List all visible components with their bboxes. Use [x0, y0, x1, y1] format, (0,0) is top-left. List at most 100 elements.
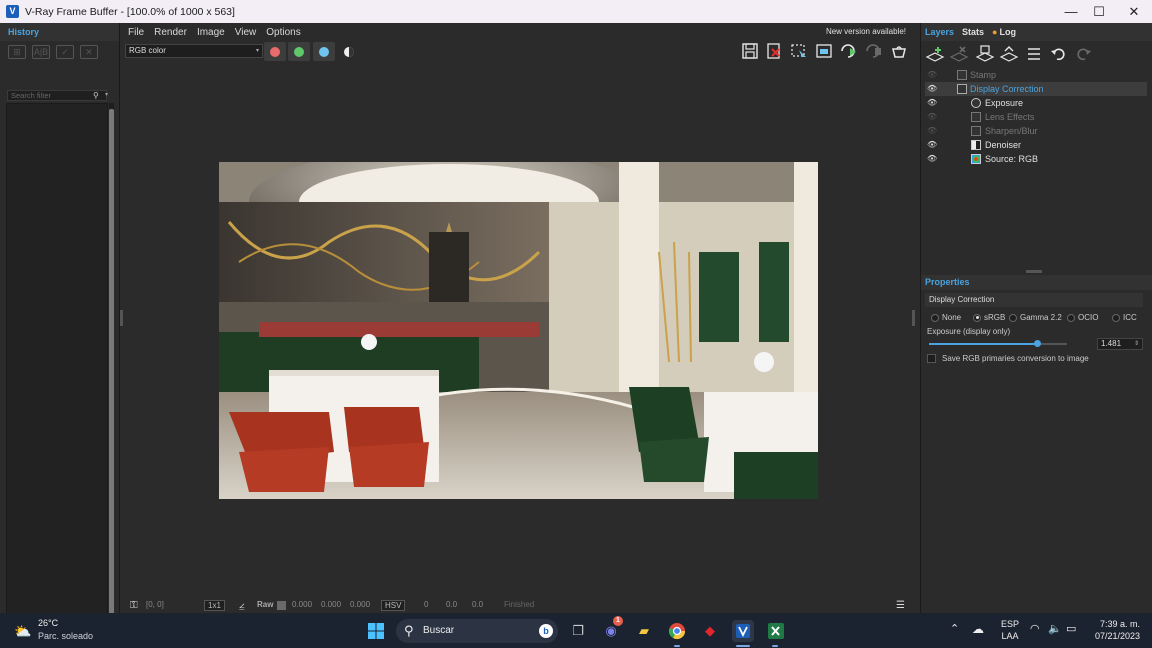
- delete-layer-icon[interactable]: [949, 45, 969, 63]
- undo-icon[interactable]: [1049, 45, 1069, 63]
- language-indicator[interactable]: ESP LAA: [1001, 618, 1019, 642]
- right-splitter[interactable]: [912, 310, 915, 326]
- history-search-input[interactable]: Search filter: [7, 90, 107, 101]
- teams-icon[interactable]: ◉ 1: [600, 616, 623, 642]
- menu-render[interactable]: Render: [154, 27, 187, 38]
- render-disabled-icon[interactable]: [864, 42, 884, 61]
- chrome-icon[interactable]: [666, 620, 688, 642]
- radio-none[interactable]: None: [931, 313, 961, 322]
- maximize-button[interactable]: ☐: [1082, 0, 1116, 23]
- radio-icc[interactable]: ICC: [1112, 313, 1137, 322]
- tab-layers[interactable]: Layers: [925, 27, 954, 37]
- start-button[interactable]: [365, 620, 387, 642]
- green-dot-icon: [294, 47, 304, 57]
- layer-row-source-rgb[interactable]: 👁 Source: RGB: [925, 152, 1147, 166]
- file-explorer-icon[interactable]: ▰: [633, 620, 655, 642]
- zoom-select[interactable]: 1x1: [204, 600, 225, 611]
- volume-icon[interactable]: 🔈: [1048, 622, 1062, 635]
- layer-list-icon[interactable]: [1025, 45, 1045, 63]
- blue-channel-button[interactable]: [313, 42, 335, 61]
- layer-row-sharpen-blur[interactable]: 👁 Sharpen/Blur: [925, 124, 1147, 138]
- color-picker-icon[interactable]: ⦤: [239, 600, 245, 611]
- layer-row-display-correction[interactable]: 👁 Display Correction: [925, 82, 1147, 96]
- radio-ocio[interactable]: OCIO: [1067, 313, 1098, 322]
- track-mouse-icon[interactable]: [814, 42, 834, 61]
- active-indicator: [736, 645, 750, 647]
- battery-icon[interactable]: ▭: [1066, 622, 1076, 635]
- save-rgb-checkbox[interactable]: Save RGB primaries conversion to image: [927, 354, 1089, 364]
- close-button[interactable]: ✕: [1117, 0, 1151, 23]
- menu-options[interactable]: Options: [266, 27, 300, 38]
- load-layers-icon[interactable]: [999, 45, 1019, 63]
- radio-label: sRGB: [984, 313, 1006, 322]
- colorspace-select[interactable]: HSV: [381, 600, 406, 611]
- clock[interactable]: 7:39 a. m. 07/21/2023: [1086, 618, 1140, 642]
- search-icon[interactable]: ⚲: [93, 91, 103, 101]
- clear-image-icon[interactable]: [764, 42, 784, 61]
- bing-icon[interactable]: b: [539, 624, 553, 638]
- history-list[interactable]: [6, 103, 108, 633]
- eye-icon[interactable]: 👁: [927, 82, 939, 96]
- history-header[interactable]: History: [0, 23, 119, 41]
- redo-icon[interactable]: [1073, 45, 1093, 63]
- menu-image[interactable]: Image: [197, 27, 225, 38]
- layer-row-lens-effects[interactable]: 👁 Lens Effects: [925, 110, 1147, 124]
- render-teapot-icon[interactable]: [889, 42, 909, 61]
- checkbox-icon[interactable]: [927, 354, 936, 364]
- weather-tray-icon[interactable]: ☁: [972, 622, 984, 636]
- eye-hidden-icon[interactable]: 👁: [927, 110, 939, 124]
- region-render-icon[interactable]: [789, 42, 809, 61]
- new-version-notice[interactable]: New version available!: [826, 27, 906, 36]
- radio-gamma[interactable]: Gamma 2.2: [1009, 313, 1062, 322]
- anydesk-icon[interactable]: ◆: [699, 620, 721, 642]
- check-icon[interactable]: ✓: [56, 45, 74, 59]
- eye-icon[interactable]: 👁: [927, 96, 939, 110]
- menu-view[interactable]: View: [235, 27, 257, 38]
- radio-srgb[interactable]: sRGB: [973, 313, 1005, 322]
- task-view-icon[interactable]: ❐: [567, 620, 589, 642]
- wifi-icon[interactable]: ◠: [1030, 622, 1040, 635]
- alpha-channel-button[interactable]: [338, 42, 360, 61]
- exposure-spinbox[interactable]: 1.481 ⇕: [1097, 338, 1143, 350]
- stamp-icon: [957, 70, 967, 80]
- layer-row-denoiser[interactable]: 👁 Denoiser: [925, 138, 1147, 152]
- weather-temp: 26°C: [38, 618, 59, 628]
- save-layers-icon[interactable]: [975, 45, 995, 63]
- eye-hidden-icon[interactable]: 👁: [927, 68, 939, 82]
- excel-icon[interactable]: [765, 620, 787, 642]
- save-image-icon[interactable]: [740, 42, 760, 61]
- eye-icon[interactable]: 👁: [927, 152, 939, 166]
- ab-compare-icon[interactable]: A|B: [32, 45, 50, 59]
- raw-toggle[interactable]: Raw: [257, 600, 273, 609]
- lock-icon[interactable]: ⚿: [130, 600, 138, 611]
- exposure-value: 1.481: [1101, 339, 1122, 348]
- layer-row-exposure[interactable]: 👁 Exposure: [925, 96, 1147, 110]
- tab-log[interactable]: Log: [999, 27, 1016, 37]
- red-channel-button[interactable]: [264, 42, 286, 61]
- menu-file[interactable]: File: [128, 27, 144, 38]
- exposure-slider[interactable]: [929, 340, 1067, 347]
- add-layer-icon[interactable]: [925, 45, 945, 63]
- spin-arrows-icon[interactable]: ⇕: [1134, 339, 1139, 349]
- vray-taskbar-icon[interactable]: [732, 620, 754, 642]
- tab-stats[interactable]: Stats: [962, 27, 984, 37]
- left-splitter[interactable]: [120, 310, 123, 326]
- save-history-icon[interactable]: ⊞: [8, 45, 26, 59]
- rendered-image[interactable]: [219, 162, 818, 499]
- slider-handle[interactable]: [1033, 340, 1041, 347]
- eye-hidden-icon[interactable]: 👁: [927, 124, 939, 138]
- start-interactive-render-icon[interactable]: [839, 42, 859, 61]
- panel-splitter[interactable]: [1026, 270, 1042, 273]
- history-scrollbar[interactable]: [109, 103, 114, 633]
- delete-history-icon[interactable]: ✕: [80, 45, 98, 59]
- channel-select[interactable]: RGB color ▾: [125, 44, 263, 58]
- eye-icon[interactable]: 👁: [927, 138, 939, 152]
- running-indicator: [772, 645, 778, 647]
- taskbar-search[interactable]: ⚲ Buscar b: [396, 619, 558, 643]
- search-dropdown-icon[interactable]: ▾: [105, 90, 112, 101]
- scrollbar-thumb[interactable]: [109, 109, 114, 619]
- log-toggle-icon[interactable]: ☰: [896, 600, 905, 611]
- green-channel-button[interactable]: [288, 42, 310, 61]
- layer-row-stamp[interactable]: 👁 Stamp: [925, 68, 1147, 82]
- tray-chevron-up-icon[interactable]: ⌃: [950, 622, 959, 635]
